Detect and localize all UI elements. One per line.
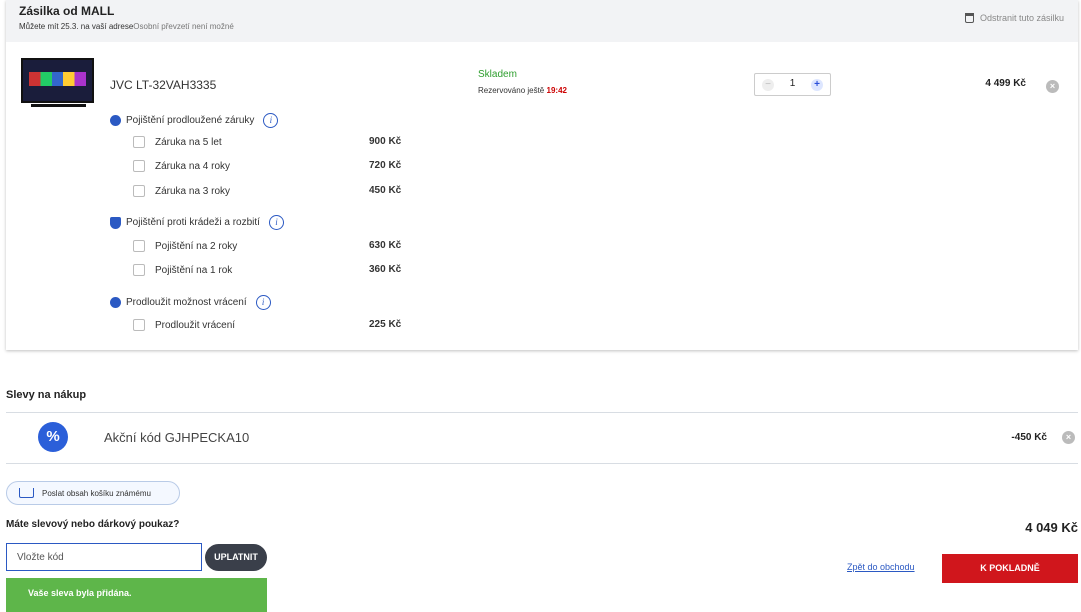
share-cart-button[interactable]: Poslat obsah košíku známému: [6, 481, 180, 505]
option-label: Záruka na 3 roky: [155, 185, 231, 197]
option-price: 360 Kč: [369, 264, 402, 275]
tv-screen-graphic: [29, 72, 86, 86]
back-to-shop-link[interactable]: Zpět do obchodu: [847, 562, 915, 572]
share-cart-label: Poslat obsah košíku známému: [42, 488, 151, 498]
checkout-button[interactable]: K POKLADNĚ: [942, 554, 1078, 583]
shield-icon: [110, 216, 121, 229]
option-insurance-1y[interactable]: Pojištění na 1 rok: [133, 263, 232, 277]
option-price: 450 Kč: [369, 185, 402, 196]
percent-badge-icon: %: [38, 422, 68, 452]
option-insurance-2y[interactable]: Pojištění na 2 roky: [133, 239, 237, 253]
option-price: 720 Kč: [369, 160, 402, 171]
option-warranty-3y[interactable]: Záruka na 3 roky: [133, 184, 230, 198]
trash-icon: [964, 13, 974, 23]
insurance-section-theft: Pojištění proti krádeži a rozbití i: [110, 215, 284, 230]
shipment-header: Zásilka od MALL Můžete mít 25.3. na vaší…: [6, 0, 1078, 42]
reserved-prefix: Rezervováno ještě: [478, 86, 545, 95]
return-icon: [110, 297, 121, 308]
stock-status: Skladem: [478, 69, 517, 80]
insurance-section-title: Prodloužit možnost vrácení: [126, 297, 247, 308]
discount-code-label: Akční kód GJHPECKA10: [104, 430, 250, 445]
option-price: 225 Kč: [369, 319, 402, 330]
medal-icon: [110, 115, 121, 126]
checkbox[interactable]: [133, 240, 145, 252]
discounts-heading: Slevy na nákup: [6, 389, 87, 401]
tv-stand-graphic: [31, 104, 86, 107]
discount-added-alert: Vaše sleva byla přidána.: [6, 578, 267, 612]
option-extend-return[interactable]: Prodloužit vrácení: [133, 318, 235, 332]
checkbox[interactable]: [133, 160, 145, 172]
option-price: 900 Kč: [369, 136, 402, 147]
remove-discount-close-icon[interactable]: ×: [1062, 431, 1075, 444]
reserved-time: 19:42: [546, 86, 567, 95]
delivery-info: Můžete mít 25.3. na vaší adreseOsobní př…: [19, 22, 234, 31]
shipment-title: Zásilka od MALL: [19, 4, 115, 18]
info-icon[interactable]: i: [255, 295, 271, 310]
option-label: Záruka na 5 let: [155, 136, 222, 148]
checkbox[interactable]: [133, 319, 145, 331]
voucher-question: Máte slevový nebo dárkový poukaz?: [6, 519, 180, 530]
quantity-stepper: − 1 +: [754, 73, 831, 96]
remove-shipment-label: Odstranit tuto zásilku: [979, 13, 1064, 23]
option-label: Pojištění na 1 rok: [155, 264, 233, 276]
option-warranty-5y[interactable]: Záruka na 5 let: [133, 135, 222, 149]
insurance-section-warranty: Pojištění prodloužené záruky i: [110, 113, 279, 128]
option-price: 630 Kč: [369, 240, 402, 251]
checkbox[interactable]: [133, 136, 145, 148]
product-name[interactable]: JVC LT-32VAH3335: [110, 78, 216, 92]
discount-amount: -450 Kč: [1011, 432, 1047, 443]
quantity-increase-button[interactable]: +: [811, 79, 823, 91]
cart-icon: [19, 488, 34, 498]
cart-total: 4 049 Kč: [1025, 520, 1078, 535]
checkbox[interactable]: [133, 185, 145, 197]
product-price: 4 499 Kč: [985, 78, 1026, 89]
info-icon[interactable]: i: [263, 113, 279, 128]
insurance-section-title: Pojištění prodloužené záruky: [126, 115, 255, 126]
product-image[interactable]: [21, 58, 94, 107]
option-label: Záruka na 4 roky: [155, 160, 231, 172]
remove-product-close-icon[interactable]: ×: [1046, 80, 1059, 93]
divider: [6, 463, 1078, 464]
option-warranty-4y[interactable]: Záruka na 4 roky: [133, 159, 230, 173]
insurance-section-title: Pojištění proti krádeži a rozbití: [126, 217, 260, 228]
pickup-note: Osobní převzetí není možné: [133, 22, 234, 31]
apply-voucher-button[interactable]: UPLATNIT: [205, 544, 267, 571]
info-icon[interactable]: i: [268, 215, 284, 230]
divider: [6, 412, 1078, 413]
delivery-note: Můžete mít 25.3. na vaší adrese: [19, 22, 134, 31]
option-label: Pojištění na 2 roky: [155, 240, 238, 252]
checkbox[interactable]: [133, 264, 145, 276]
shipment-card: Zásilka od MALL Můžete mít 25.3. na vaší…: [6, 0, 1078, 350]
reservation-info: Rezervováno ještě 19:42: [478, 86, 567, 95]
remove-shipment-button[interactable]: Odstranit tuto zásilku: [964, 13, 1064, 23]
insurance-section-return: Prodloužit možnost vrácení i: [110, 295, 271, 310]
voucher-code-input[interactable]: [6, 543, 202, 571]
option-label: Prodloužit vrácení: [155, 319, 236, 331]
